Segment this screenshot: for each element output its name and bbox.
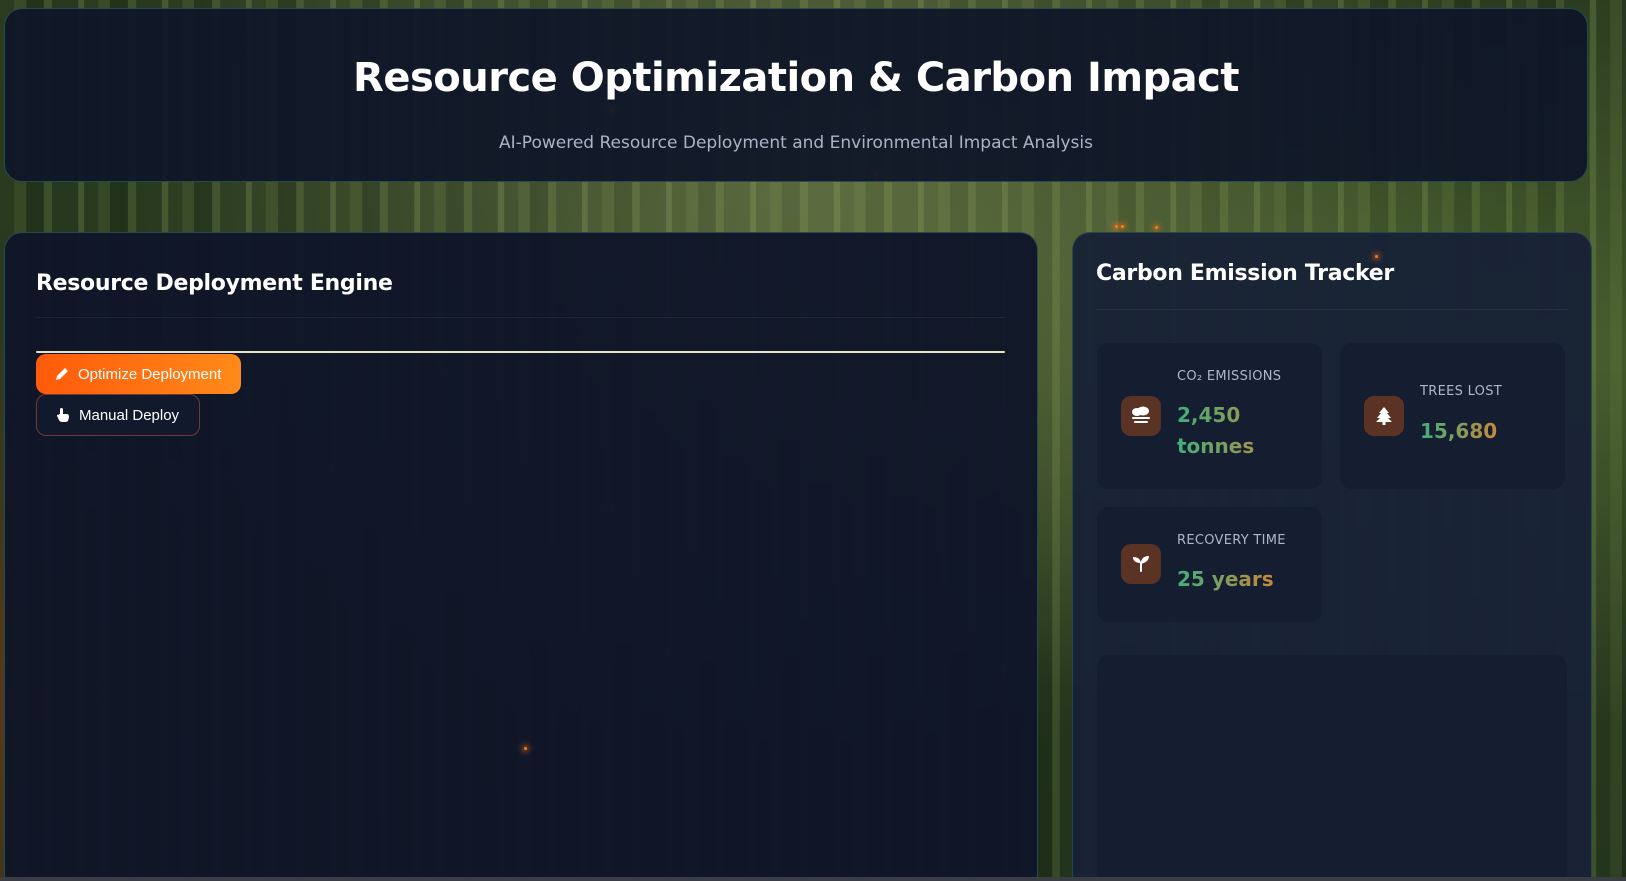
pencil-icon xyxy=(54,366,70,382)
tree-icon xyxy=(1364,396,1404,436)
trees-lost-label: TREES LOST xyxy=(1420,384,1502,399)
ember-particle xyxy=(1115,225,1118,228)
co2-emissions-card: CO₂ EMISSIONS 2,450 tonnes xyxy=(1097,343,1322,489)
smog-icon xyxy=(1121,396,1161,436)
deployment-progress-line xyxy=(36,351,1005,353)
ember-particle xyxy=(524,747,527,750)
recovery-time-card: RECOVERY TIME 25 years xyxy=(1097,507,1322,622)
ember-particle xyxy=(1155,226,1158,229)
panel-divider xyxy=(36,317,1005,318)
ember-particle xyxy=(1375,255,1378,258)
recovery-time-value: 25 years xyxy=(1177,564,1274,595)
co2-emissions-label: CO₂ EMISSIONS xyxy=(1177,369,1282,384)
trees-lost-value: 15,680 xyxy=(1420,416,1497,447)
optimize-deployment-button[interactable]: Optimize Deployment xyxy=(36,354,242,394)
emission-chart-area xyxy=(1097,655,1567,881)
manual-deploy-label: Manual Deploy xyxy=(79,406,180,424)
seedling-icon xyxy=(1121,544,1161,584)
recovery-time-label: RECOVERY TIME xyxy=(1177,533,1286,548)
page-header: Resource Optimization & Carbon Impact AI… xyxy=(4,8,1588,182)
page-title: Resource Optimization & Carbon Impact xyxy=(353,55,1239,101)
ember-particle xyxy=(1121,225,1124,228)
carbon-tracker-panel: Carbon Emission Tracker CO₂ EMISSIONS 2,… xyxy=(1072,232,1592,881)
hand-pointer-icon xyxy=(55,407,71,423)
trees-lost-card: TREES LOST 15,680 xyxy=(1340,343,1565,489)
page-subtitle: AI-Powered Resource Deployment and Envir… xyxy=(499,133,1093,153)
manual-deploy-button[interactable]: Manual Deploy xyxy=(36,394,201,436)
carbon-panel-title: Carbon Emission Tracker xyxy=(1096,261,1394,286)
deployment-panel-title: Resource Deployment Engine xyxy=(36,271,393,296)
optimize-deployment-label: Optimize Deployment xyxy=(78,365,222,383)
panel-divider xyxy=(1096,309,1568,310)
co2-emissions-value: 2,450 tonnes xyxy=(1177,400,1287,462)
window-bottom-edge xyxy=(0,877,1626,881)
deployment-panel: Resource Deployment Engine Optimize Depl… xyxy=(4,232,1038,881)
